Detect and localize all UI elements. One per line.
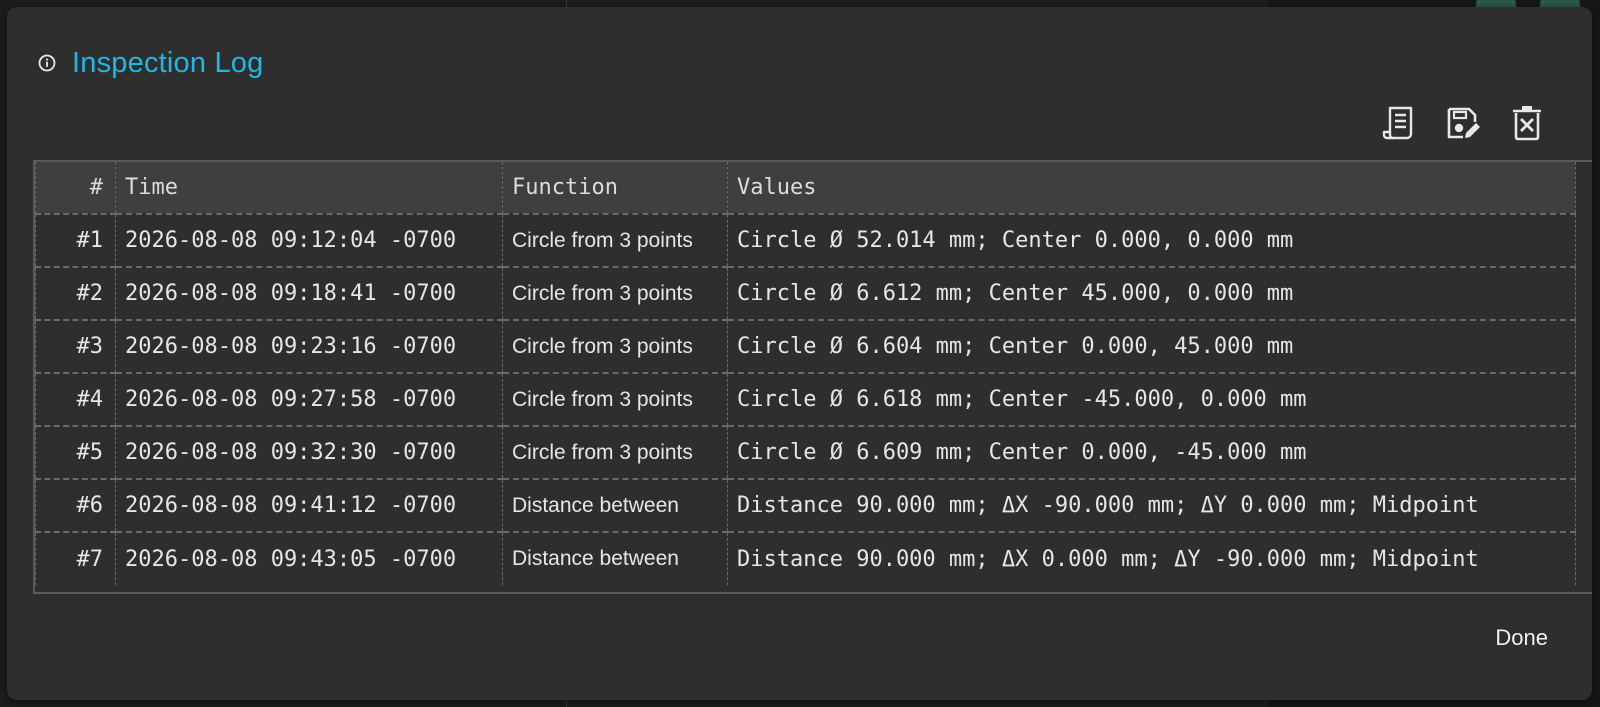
column-header-number[interactable]: #: [35, 162, 116, 215]
row-time: 2026-08-08 09:18:41 -0700: [115, 267, 503, 321]
toolbar: [1380, 103, 1546, 143]
table-row[interactable]: #1 2026-08-08 09:12:04 -0700 Circle from…: [35, 214, 1576, 268]
table-row[interactable]: #7 2026-08-08 09:43:05 -0700 Distance be…: [35, 532, 1576, 585]
log-table: # Time Function Values #1 2026-08-08 09:…: [33, 160, 1592, 594]
clear-log-button[interactable]: [1508, 103, 1546, 143]
row-values: Circle Ø 6.604 mm; Center 0.000, 45.000 …: [727, 320, 1576, 374]
row-function: Circle from 3 points: [502, 426, 728, 480]
table-row[interactable]: #6 2026-08-08 09:41:12 -0700 Distance be…: [35, 479, 1576, 533]
save-log-button[interactable]: [1444, 103, 1482, 143]
table-row[interactable]: #5 2026-08-08 09:32:30 -0700 Circle from…: [35, 426, 1576, 480]
receipt-icon: [1382, 106, 1413, 140]
row-function: Circle from 3 points: [502, 373, 728, 427]
row-number: #6: [35, 479, 116, 533]
table-row[interactable]: #4 2026-08-08 09:27:58 -0700 Circle from…: [35, 373, 1576, 427]
row-values: Circle Ø 6.609 mm; Center 0.000, -45.000…: [727, 426, 1576, 480]
export-report-button[interactable]: [1380, 103, 1418, 143]
inspection-log-dialog: Inspection Log # Time Function Values #1…: [7, 7, 1592, 700]
row-number: #2: [35, 267, 116, 321]
row-number: #5: [35, 426, 116, 480]
column-header-time[interactable]: Time: [115, 162, 503, 215]
row-values: Distance 90.000 mm; ΔX -90.000 mm; ΔY 0.…: [727, 479, 1576, 533]
row-number: #1: [35, 214, 116, 268]
row-time: 2026-08-08 09:23:16 -0700: [115, 320, 503, 374]
table-header-row: # Time Function Values: [35, 162, 1576, 215]
info-icon: [37, 53, 57, 73]
row-values: Distance 90.000 mm; ΔX 0.000 mm; ΔY -90.…: [727, 532, 1576, 585]
row-number: #7: [35, 532, 116, 585]
row-values: Circle Ø 6.612 mm; Center 45.000, 0.000 …: [727, 267, 1576, 321]
row-time: 2026-08-08 09:12:04 -0700: [115, 214, 503, 268]
dialog-title: Inspection Log: [72, 46, 264, 79]
row-function: Distance between: [502, 479, 728, 533]
row-time: 2026-08-08 09:32:30 -0700: [115, 426, 503, 480]
row-time: 2026-08-08 09:43:05 -0700: [115, 532, 503, 585]
row-time: 2026-08-08 09:27:58 -0700: [115, 373, 503, 427]
save-edit-icon: [1447, 107, 1480, 139]
row-function: Circle from 3 points: [502, 214, 728, 268]
done-button[interactable]: Done: [1487, 619, 1556, 657]
row-values: Circle Ø 6.618 mm; Center -45.000, 0.000…: [727, 373, 1576, 427]
row-time: 2026-08-08 09:41:12 -0700: [115, 479, 503, 533]
row-function: Circle from 3 points: [502, 320, 728, 374]
row-values: Circle Ø 52.014 mm; Center 0.000, 0.000 …: [727, 214, 1576, 268]
dialog-header: Inspection Log: [37, 45, 263, 81]
table-row[interactable]: #2 2026-08-08 09:18:41 -0700 Circle from…: [35, 267, 1576, 321]
column-header-values[interactable]: Values: [727, 162, 1576, 215]
table-row[interactable]: #3 2026-08-08 09:23:16 -0700 Circle from…: [35, 320, 1576, 374]
row-number: #4: [35, 373, 116, 427]
clear-trash-icon: [1513, 106, 1541, 141]
row-function: Distance between: [502, 532, 728, 585]
column-header-function[interactable]: Function: [502, 162, 728, 215]
row-function: Circle from 3 points: [502, 267, 728, 321]
row-number: #3: [35, 320, 116, 374]
